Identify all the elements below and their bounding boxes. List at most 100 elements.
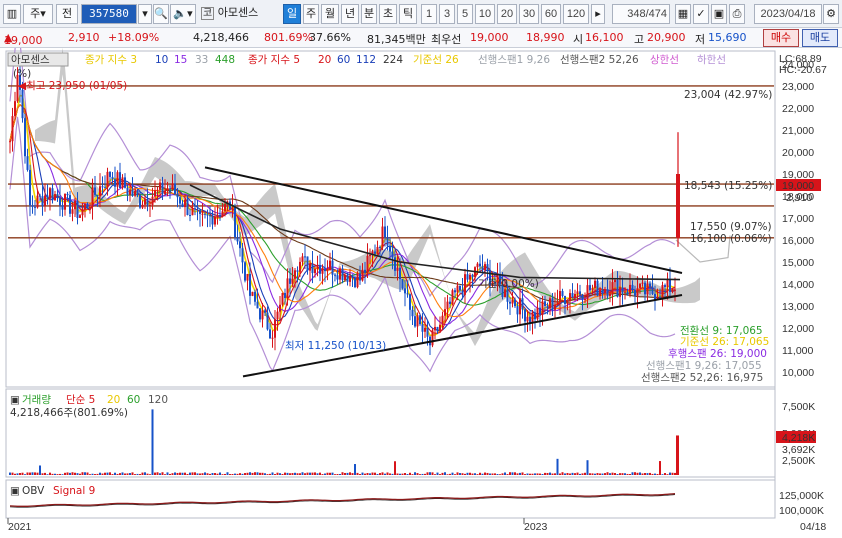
period-minute-button[interactable]: 분 [361,4,377,24]
lead-span2-value: 선행스팬2 52,26: 16,975 [641,372,763,384]
volume-bar [201,473,204,475]
settings-icon[interactable]: ⚙ [823,4,839,24]
legend-ma2-label: 종가 지수 5 [248,54,300,66]
candle-body [59,197,61,206]
candle-body [409,294,411,310]
candle-body [414,316,416,327]
candle-body [221,211,224,217]
period-day-button[interactable]: 일 [283,4,301,24]
interval-more-icon[interactable]: ▸ [591,4,605,24]
prev-button[interactable]: 전 [56,4,78,24]
candle-body [539,307,541,315]
grid-icon[interactable]: ▦ [675,4,691,24]
code-dropdown-icon[interactable]: ▾ [138,4,152,24]
buy-button[interactable]: 매수 [763,29,799,47]
candle-body [126,187,129,195]
candle-body [161,182,164,194]
candle-body [524,309,526,322]
volume-bar [356,472,359,475]
volume-bar [64,472,66,475]
candle-body [644,282,646,295]
volume-bar [621,473,624,475]
volume-bar [629,474,631,475]
candle-body [446,301,449,310]
candle-body [671,289,674,292]
candle-body [11,116,14,142]
view-select[interactable]: 주▾ [23,4,53,24]
volume-bar [674,472,676,475]
volume-bar [541,474,544,475]
volume-bar [86,472,89,475]
price-tick: 10,000 [782,367,814,379]
period-week-button[interactable]: 주 [303,4,319,24]
sell-button[interactable]: 매도 [802,29,838,47]
interval-60-button[interactable]: 60 [541,4,561,24]
speaker-icon[interactable]: 🔈▾ [170,4,196,24]
volume-bar [574,473,576,475]
candle-body [256,301,259,309]
candle-body [241,248,244,263]
volume-bar [251,472,254,475]
candle-body [234,207,236,238]
search-icon[interactable]: 🔍 [153,4,169,24]
interval-3-button[interactable]: 3 [439,4,455,24]
price-chart[interactable]: 24,00023,00022,00021,00020,00019,00018,0… [0,48,842,538]
volume-bar [459,473,461,475]
volume-bar [341,472,344,475]
interval-10-button[interactable]: 10 [475,4,495,24]
volume-bar [626,473,629,475]
candle-body [484,264,486,271]
date-input[interactable]: 2023/04/18 [754,4,822,24]
volume-bar [441,472,444,475]
period-month-button[interactable]: 월 [321,4,339,24]
interval-1-button[interactable]: 1 [421,4,437,24]
stock-code-input[interactable]: 357580 [81,4,137,24]
pin-icon[interactable]: ✓ [693,4,709,24]
volume-bar [614,473,616,475]
legend-ma2-60: 60 [337,54,350,66]
high-price: 20,900 [647,31,686,44]
volume-bar [81,472,84,475]
volume-bar [646,473,649,475]
volume-tick-3: 2,500K [782,455,815,467]
volume-bar [546,472,549,475]
volume-bar [576,472,579,475]
candle-body [291,278,294,284]
candle-body [159,182,161,190]
bar-count-input[interactable]: 348/474 [612,4,670,24]
interval-120-button[interactable]: 120 [563,4,589,24]
save-icon[interactable]: ▣ [711,4,727,24]
volume-bar [324,473,326,475]
volume-bar [94,474,96,475]
candle-body [309,264,311,271]
interval-30-button[interactable]: 30 [519,4,539,24]
volume-bar [604,473,606,475]
chart-menu-icon[interactable]: ▥ [3,4,21,24]
candle-body [69,195,71,214]
volume-bar [19,472,21,475]
low-price: 15,690 [708,31,747,44]
volume-bar [11,472,14,475]
volume-bar [479,472,481,475]
volume-bar [184,472,186,475]
volume-bar [126,473,129,475]
volume-bar [371,472,374,475]
volume-bar [106,472,109,475]
candle-body [249,274,251,296]
candle-body [441,315,444,325]
print-icon[interactable]: ⎙ [729,4,745,24]
interval-5-button[interactable]: 5 [457,4,473,24]
candle-body [299,261,301,272]
candle-body [561,291,564,296]
interval-20-button[interactable]: 20 [497,4,517,24]
volume-bar [309,472,311,475]
candle-body [151,196,154,205]
volume-bar [374,472,376,475]
volume-bar [524,474,526,475]
period-second-button[interactable]: 초 [379,4,397,24]
candle-body [169,188,171,190]
candle-body [284,292,286,298]
period-tick-button[interactable]: 틱 [399,4,417,24]
price-tick: 14,000 [782,279,814,291]
period-year-button[interactable]: 년 [341,4,359,24]
